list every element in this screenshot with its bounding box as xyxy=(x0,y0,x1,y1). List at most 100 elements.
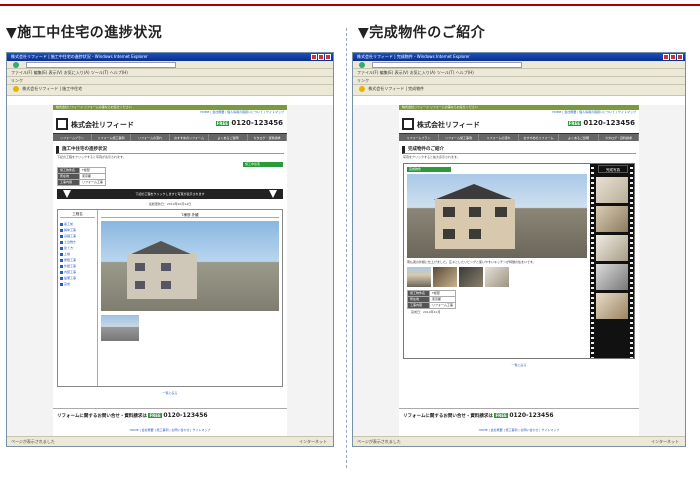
footer-phone: 0120-123456 xyxy=(163,412,208,419)
window-titlebar: 株式会社リフィード | 施工中住宅の進捗状況 - Windows Interne… xyxy=(7,53,333,61)
nav-item[interactable]: リフォームプラン xyxy=(399,134,439,141)
footer-links[interactable]: HOME | 会社概要 | 施工事例 | お問い合わせ | サイトマップ xyxy=(399,428,639,432)
status-bar: ページが表示されました インターネット xyxy=(353,436,685,446)
left-heading: ▼施工中住宅の進捗状況 xyxy=(6,25,163,41)
website: 株式会社リフィード リフォームの事ならお任せください HOME | 会社概要 |… xyxy=(399,105,639,436)
minimize-button[interactable] xyxy=(311,54,317,60)
site-header: 株式会社リフィード FREE 0120-123456 xyxy=(53,115,287,133)
right-heading: ▼完成物件のご紹介 xyxy=(358,25,486,41)
browser-tab[interactable]: 株式会社リフィード | 施工中住宅 xyxy=(22,86,82,91)
page-title: 施工中住宅の進捗状況 xyxy=(56,146,284,154)
film-perforation xyxy=(591,164,594,358)
close-button[interactable] xyxy=(677,54,683,60)
right-panel: ▼完成物件のご紹介 株式会社リフィード | 完成物件 - Windows Int… xyxy=(352,0,697,480)
header-phone: FREE 0120-123456 xyxy=(215,119,283,127)
nav-item[interactable]: おすすめのリフォーム xyxy=(170,134,209,141)
intro-text: 下記の工程をクリックすると写真が表示されます。 xyxy=(57,155,126,159)
nav-item[interactable]: リフォームの流れ xyxy=(479,134,519,141)
company-name: 株式会社リフィード xyxy=(71,121,134,129)
maximize-button[interactable] xyxy=(670,54,676,60)
step-list-header: 工程名 xyxy=(60,212,95,218)
down-arrow-icon xyxy=(63,190,71,198)
menu-bar[interactable]: ファイル(F) 編集(E) 表示(V) お気に入り(A) ツール(T) ヘルプ(… xyxy=(353,69,685,77)
intro-text: 写真をクリックすると拡大表示されます。 xyxy=(403,155,460,159)
filmstrip-label: 完成写真 xyxy=(598,165,628,173)
nav-item[interactable]: リフォーム施工事例 xyxy=(92,134,131,141)
phone-number: 0120-123456 xyxy=(231,119,283,127)
global-nav: リフォームプラン リフォーム施工事例 リフォームの流れ おすすめのリフォーム よ… xyxy=(399,133,639,141)
status-bar: ページが表示されました インターネット xyxy=(7,436,333,446)
photo-thumbnail[interactable] xyxy=(459,267,483,287)
status-text: ページが表示されました xyxy=(357,439,401,444)
status-badge: 施工中住宅 xyxy=(243,162,283,167)
favorites-star-icon[interactable] xyxy=(359,86,365,92)
address-input[interactable] xyxy=(26,62,177,68)
nav-item[interactable]: カタログ・資料請求 xyxy=(599,134,639,141)
website: 株式会社リフィード リフォームの事ならお任せください HOME | 会社概要 |… xyxy=(53,105,287,436)
free-dial-icon: FREE xyxy=(494,413,508,418)
links-label[interactable]: リンク xyxy=(357,78,369,83)
address-input[interactable] xyxy=(372,62,523,68)
film-perforation xyxy=(630,164,633,358)
update-date: 最終更新日：2010年10月14日 xyxy=(148,202,192,206)
menu-bar[interactable]: ファイル(F) 編集(E) 表示(V) お気に入り(A) ツール(T) ヘルプ(… xyxy=(7,69,333,77)
nav-item[interactable]: リフォームの流れ xyxy=(131,134,170,141)
photo-caption: T様邸 外観 xyxy=(101,212,279,218)
completed-showcase: 完成物件 南仏風の外観に仕上げました。広々としたリビングと使いやすいキッチンが特… xyxy=(403,163,635,359)
film-frame[interactable] xyxy=(596,235,628,261)
tab-bar: 株式会社リフィード | 施工中住宅 xyxy=(7,85,333,96)
page-viewport: 株式会社リフィード リフォームの事ならお任せください HOME | 会社概要 |… xyxy=(7,105,333,436)
photo-area: T様邸 外観 xyxy=(98,210,282,386)
global-nav: リフォームプラン リフォーム施工事例 リフォームの流れ おすすめのリフォーム よ… xyxy=(53,133,287,141)
instruction-text: 下記の工程をクリックしますと写真が表示されます xyxy=(135,192,205,196)
house-photo[interactable] xyxy=(101,221,279,311)
status-badge: 完成物件 xyxy=(407,167,451,172)
company-logo[interactable] xyxy=(402,118,414,130)
photo-thumbnail[interactable] xyxy=(407,267,431,287)
film-frame[interactable] xyxy=(596,293,628,319)
company-logo[interactable] xyxy=(56,118,68,130)
browser-window-completed: 株式会社リフィード | 完成物件 - Windows Internet Expl… xyxy=(352,52,686,447)
nav-item[interactable]: リフォーム施工事例 xyxy=(439,134,479,141)
tab-bar: 株式会社リフィード | 完成物件 xyxy=(353,85,685,96)
address-bar xyxy=(7,61,333,69)
window-title: 株式会社リフィード | 完成物件 - Windows Internet Expl… xyxy=(357,54,470,59)
completed-house-photo[interactable] xyxy=(407,174,587,258)
browser-window-progress: 株式会社リフィード | 施工中住宅の進捗状況 - Windows Interne… xyxy=(6,52,334,447)
maximize-button[interactable] xyxy=(318,54,324,60)
film-frame[interactable] xyxy=(596,206,628,232)
company-name: 株式会社リフィード xyxy=(417,121,480,129)
nav-item[interactable]: おすすめのリフォーム xyxy=(519,134,559,141)
site-footer: リフォームに関するお問い合せ・資料請求は FREE 0120-123456 xyxy=(399,408,639,422)
back-icon[interactable] xyxy=(359,62,365,68)
back-to-list-link[interactable]: 一覧に戻る xyxy=(53,391,287,395)
house-thumbnail[interactable] xyxy=(101,315,139,341)
photo-thumbnail[interactable] xyxy=(433,267,457,287)
step-link[interactable]: 完成 xyxy=(60,281,95,287)
film-frame[interactable] xyxy=(596,264,628,290)
footer-links[interactable]: HOME | 会社概要 | 施工事例 | お問い合わせ | サイトマップ xyxy=(53,428,287,432)
nav-item[interactable]: カタログ・資料請求 xyxy=(248,134,287,141)
browser-tab[interactable]: 株式会社リフィード | 完成物件 xyxy=(368,86,424,91)
close-button[interactable] xyxy=(325,54,331,60)
back-to-list-link[interactable]: 一覧に戻る xyxy=(399,363,639,367)
site-footer: リフォームに関するお問い合せ・資料請求は FREE 0120-123456 xyxy=(53,408,287,422)
info-value: リフォーム工事 xyxy=(79,179,106,186)
address-bar xyxy=(353,61,685,69)
photo-thumbnail[interactable] xyxy=(485,267,509,287)
nav-item[interactable]: よくあるご質問 xyxy=(559,134,599,141)
favorites-star-icon[interactable] xyxy=(13,86,19,92)
status-text: ページが表示されました xyxy=(11,439,55,444)
left-panel: ▼施工中住宅の進捗状況 株式会社リフィード | 施工中住宅の進捗状況 - Win… xyxy=(0,0,345,480)
links-label[interactable]: リンク xyxy=(11,78,23,83)
info-value: リフォーム工事 xyxy=(429,302,456,309)
free-dial-icon: FREE xyxy=(567,120,581,126)
film-frame[interactable] xyxy=(596,177,628,203)
nav-item[interactable]: よくあるご質問 xyxy=(209,134,248,141)
minimize-button[interactable] xyxy=(663,54,669,60)
free-dial-icon: FREE xyxy=(148,413,162,418)
nav-item[interactable]: リフォームプラン xyxy=(53,134,92,141)
window-controls xyxy=(663,54,683,60)
back-icon[interactable] xyxy=(13,62,19,68)
table-row: 工事内容 リフォーム工事 xyxy=(57,179,106,186)
